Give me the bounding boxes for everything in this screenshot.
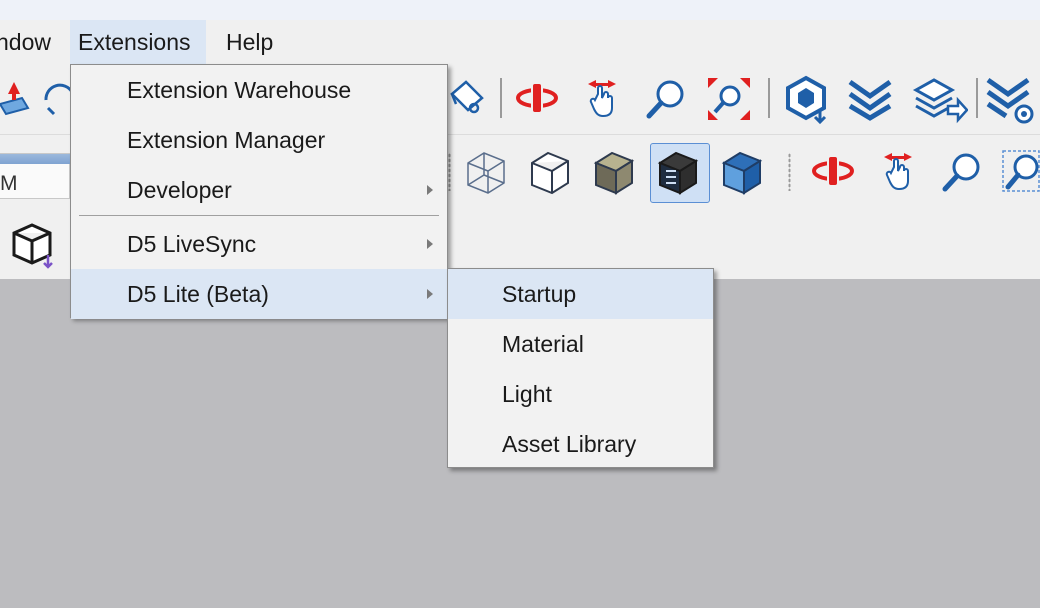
submenu-item-asset-library[interactable]: Asset Library	[448, 419, 713, 469]
submenu-item-light[interactable]: Light	[448, 369, 713, 419]
toolbar-grip[interactable]	[448, 153, 451, 191]
menu-window[interactable]: ndow	[0, 20, 59, 64]
menu-help[interactable]: Help	[218, 20, 281, 64]
component-download-icon[interactable]	[10, 221, 58, 271]
paint-bucket-icon[interactable]	[446, 76, 486, 120]
toolbar-separator	[768, 78, 770, 118]
menu-item-d5-livesync[interactable]: D5 LiveSync	[71, 219, 447, 269]
push-pull-icon[interactable]	[0, 78, 30, 120]
scene-selector-bar	[0, 154, 70, 164]
scene-selector[interactable]: M	[0, 153, 70, 199]
menu-item-label: D5 LiveSync	[127, 231, 257, 257]
d5-sync-icon[interactable]	[846, 76, 894, 122]
menu-item-label: Developer	[127, 177, 232, 203]
d5-export-icon[interactable]	[912, 76, 968, 124]
scene-selector-value: M	[0, 172, 18, 195]
d5-render-icon[interactable]	[782, 74, 834, 128]
d5-lite-submenu: Startup Material Light Asset Library	[447, 268, 714, 468]
menu-item-label: Extension Warehouse	[127, 77, 352, 103]
xray-style-icon[interactable]	[464, 149, 508, 195]
pan-icon[interactable]	[878, 149, 918, 195]
menu-separator	[79, 215, 439, 216]
zoom-extents-icon[interactable]	[706, 76, 752, 122]
shaded-textures-style-icon[interactable]	[656, 149, 702, 195]
menu-item-developer[interactable]: Developer	[71, 165, 447, 215]
pan-icon[interactable]	[582, 76, 622, 122]
toolbar-separator	[976, 78, 978, 118]
submenu-item-material[interactable]: Material	[448, 319, 713, 369]
menu-item-label: Extension Manager	[127, 127, 326, 153]
submenu-arrow-icon	[427, 289, 433, 299]
zoom-window-icon[interactable]	[1002, 149, 1040, 195]
menu-item-extension-manager[interactable]: Extension Manager	[71, 115, 447, 165]
d5-settings-icon[interactable]	[986, 74, 1040, 128]
extensions-menu: Extension Warehouse Extension Manager De…	[70, 64, 448, 319]
menu-item-label: Light	[502, 381, 552, 407]
menu-item-label: Material	[502, 331, 584, 357]
window-titlebar	[0, 0, 1040, 20]
menu-bar: ndow Extensions Help	[0, 20, 1040, 64]
zoom-icon[interactable]	[940, 149, 984, 195]
submenu-arrow-icon	[427, 185, 433, 195]
toolbar-grip[interactable]	[788, 153, 791, 191]
submenu-arrow-icon	[427, 239, 433, 249]
orbit-icon[interactable]	[810, 151, 856, 191]
menu-item-label: D5 Lite (Beta)	[127, 281, 269, 307]
hidden-line-style-icon[interactable]	[528, 149, 572, 195]
orbit-icon[interactable]	[514, 78, 560, 118]
menu-item-d5-lite-beta[interactable]: D5 Lite (Beta)	[71, 269, 447, 319]
menu-item-label: Asset Library	[502, 431, 637, 457]
submenu-item-startup[interactable]: Startup	[448, 269, 713, 319]
menu-item-extension-warehouse[interactable]: Extension Warehouse	[71, 65, 447, 115]
menu-item-label: Startup	[502, 281, 577, 307]
toolbar-separator	[500, 78, 502, 118]
shaded-style-icon[interactable]	[592, 149, 636, 195]
menu-extensions[interactable]: Extensions	[70, 20, 206, 64]
monochrome-style-icon[interactable]	[720, 149, 764, 195]
zoom-icon[interactable]	[644, 76, 688, 122]
